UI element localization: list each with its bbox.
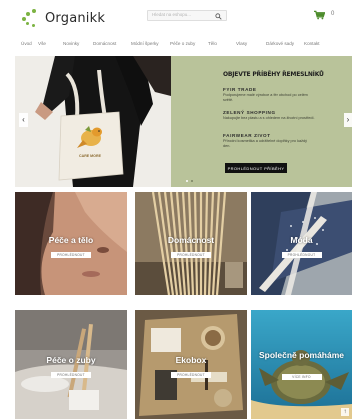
hero-title: OBJEVTE PŘÍBĚHY ŘEMESLNÍKŮ	[223, 71, 324, 78]
category-tile-domacnost[interactable]: Domácnost PROHLÉDNOUT	[135, 192, 247, 295]
tile-button[interactable]: PROHLÉDNOUT	[51, 252, 91, 258]
hero-section-heading: ZELENÝ SHOPPING	[223, 110, 276, 115]
category-tile-pece-o-zuby[interactable]: Péče o zuby PROHLÉDNOUT	[15, 310, 127, 419]
hero-banner: CARE MORE OBJEVTE PŘÍBĚHY ŘEMESLNÍKŮ FYI…	[15, 56, 352, 187]
slider-dot[interactable]	[186, 180, 188, 182]
tile-button[interactable]: PROHLÉDNOUT	[171, 252, 211, 258]
chevron-left-icon[interactable]: ‹	[19, 113, 28, 127]
nav-item-modni-sperky[interactable]: Módní šperky	[131, 41, 159, 46]
hero-section-text: Podporujeme malé výrobce a fér obchod po…	[223, 93, 308, 102]
cart-icon[interactable]	[314, 10, 325, 20]
nav-item-domacnost[interactable]: Domácnost	[93, 41, 116, 46]
logo-mark-icon	[20, 8, 42, 28]
tile-label: Společně pomáháme	[258, 350, 345, 360]
hero-section-heading: FAIRWEAR ZIVOT	[223, 133, 271, 138]
nav-item-kontakt[interactable]: Kontakt	[304, 41, 320, 46]
tile-button[interactable]: PROHLÉDNOUT	[281, 252, 322, 258]
arrow-up-icon[interactable]: ↑	[341, 408, 349, 416]
search-icon[interactable]	[215, 13, 222, 20]
tile-button[interactable]: PROHLÉDNOUT	[171, 372, 211, 378]
hero-section-text: Přírodní kosmetika a udržitelné doplňky …	[223, 139, 307, 148]
category-tile-pece-a-telo[interactable]: Péče a tělo PROHLÉDNOUT	[15, 192, 127, 295]
bag-print-text: CARE MORE	[79, 154, 101, 158]
hero-cta-button[interactable]: PROHLÉDNOUT PŘÍBĚHY	[225, 163, 287, 173]
search-input[interactable]: Hledat na eshopu...	[147, 10, 227, 21]
hero-section-heading: FYIR TRADE	[223, 87, 257, 92]
tile-image	[251, 310, 352, 419]
category-tile-spolecne-pomahame[interactable]: Společně pomáháme VÍCE INFO ↑	[251, 310, 352, 419]
cart-count: 0	[331, 11, 335, 17]
hero-content: OBJEVTE PŘÍBĚHY ŘEMESLNÍKŮ FYIR TRADE Po…	[209, 56, 352, 187]
nav-item-novinky[interactable]: Novinky	[63, 41, 79, 46]
search-placeholder: Hledat na eshopu...	[152, 12, 192, 17]
tile-button[interactable]: VÍCE INFO	[281, 374, 322, 380]
nav-item-vlasy[interactable]: Vlasy	[236, 41, 247, 46]
nav-item-darkove-sady[interactable]: Dárkové sady	[266, 41, 294, 46]
slider-dots	[186, 180, 193, 182]
tile-label: Péče o zuby	[46, 355, 96, 365]
tile-button[interactable]: PROHLÉDNOUT	[51, 372, 91, 378]
tile-label: Péče a tělo	[48, 235, 94, 245]
tile-label: Móda	[290, 235, 313, 245]
main-nav: Úvod Vše Novinky Domácnost Módní šperky …	[0, 39, 352, 51]
logo[interactable]: Organikk	[20, 8, 105, 28]
nav-item-vse[interactable]: Vše	[38, 41, 46, 46]
brand-name: Organikk	[45, 10, 106, 26]
tile-label: Ekobox	[175, 355, 207, 365]
category-tile-moda[interactable]: Móda PROHLÉDNOUT	[251, 192, 352, 295]
tile-label: Domácnost	[167, 235, 215, 245]
hero-section-text: Nakupujte bez plastu a s ohledem na živo…	[223, 116, 315, 120]
category-tile-ekobox[interactable]: Ekobox PROHLÉDNOUT	[135, 310, 247, 419]
site-header: Organikk Hledat na eshopu... 0	[0, 0, 352, 36]
chevron-right-icon[interactable]: ›	[344, 113, 352, 127]
nav-item-uvod[interactable]: Úvod	[21, 41, 32, 46]
nav-item-telo[interactable]: Tělo	[208, 41, 217, 46]
hero-image: CARE MORE	[15, 56, 171, 187]
nav-item-pece-o-zuby[interactable]: Péče o zuby	[170, 41, 195, 46]
slider-dot[interactable]	[191, 180, 193, 182]
